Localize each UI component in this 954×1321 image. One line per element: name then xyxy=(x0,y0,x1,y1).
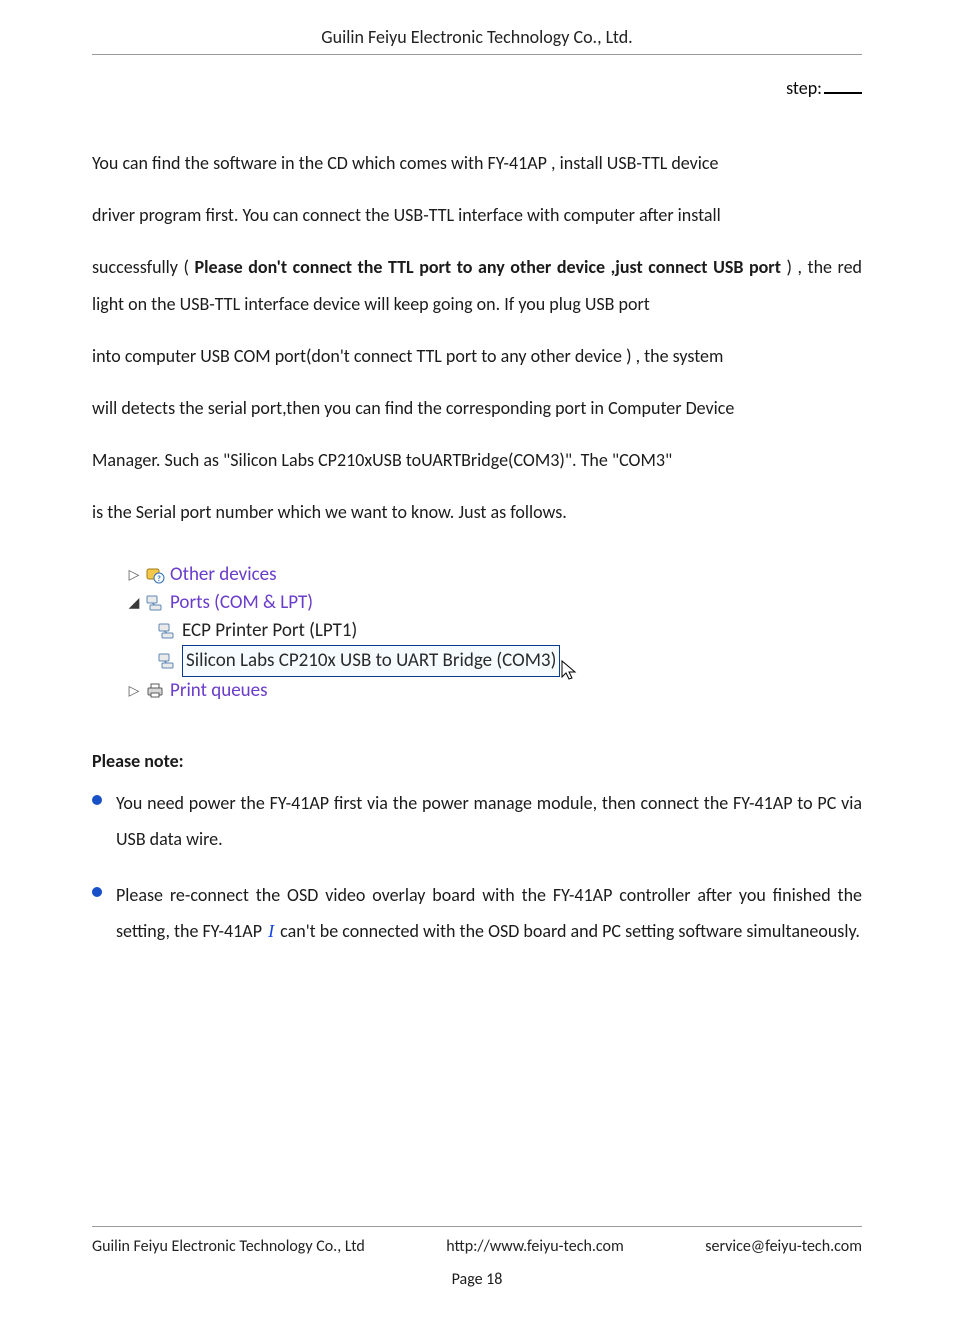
para-5: Manager. Such as "Silicon Labs CP210xUSB… xyxy=(92,442,862,480)
note-2-text: Please re-connect the OSD video overlay … xyxy=(116,877,862,949)
para-3: into computer USB COM port(don't connect… xyxy=(92,338,862,376)
dm-other-devices-row[interactable]: ▷ ? Other devices xyxy=(128,561,862,589)
dm-ports-label: Ports (COM & LPT) xyxy=(170,589,313,617)
note-1-text: You need power the FY-41AP first via the… xyxy=(116,785,862,857)
svg-text:?: ? xyxy=(157,574,161,584)
other-devices-icon: ? xyxy=(144,565,166,585)
para-2-before: successfully ( xyxy=(92,256,195,278)
para-6: is the Serial port number which we want … xyxy=(92,494,862,532)
port-icon xyxy=(156,651,178,671)
tree-collapsed-icon[interactable]: ▷ xyxy=(128,677,140,705)
para-2: successfully ( Please don't connect the … xyxy=(92,249,862,325)
dm-bridge-label: Silicon Labs CP210x USB to UART Bridge (… xyxy=(182,645,560,677)
tree-collapsed-icon[interactable]: ▷ xyxy=(128,561,140,589)
tree-expanded-icon[interactable]: ◢ xyxy=(128,589,140,617)
inline-italic-i: I xyxy=(266,921,276,941)
footer-email: service@feiyu-tech.com xyxy=(705,1237,862,1256)
port-icon xyxy=(156,621,178,641)
para-1: driver program first. You can connect th… xyxy=(92,197,862,235)
printer-icon xyxy=(144,681,166,701)
para-0: You can find the software in the CD whic… xyxy=(92,145,862,183)
page-footer: Guilin Feiyu Electronic Technology Co., … xyxy=(92,1226,862,1289)
dm-bridge-row[interactable]: Silicon Labs CP210x USB to UART Bridge (… xyxy=(128,645,862,677)
dm-ecp-row[interactable]: ECP Printer Port (LPT1) xyxy=(128,617,862,645)
bullet-dot-icon xyxy=(92,887,102,897)
section-step-marker: step: xyxy=(92,77,862,99)
dm-other-devices-label: Other devices xyxy=(170,561,277,589)
footer-url: http://www.feiyu-tech.com xyxy=(446,1237,623,1256)
note-bullet-1: You need power the FY-41AP first via the… xyxy=(92,785,862,857)
footer-company: Guilin Feiyu Electronic Technology Co., … xyxy=(92,1237,365,1256)
body-text: You can find the software in the CD whic… xyxy=(92,145,862,531)
dm-print-queues-label: Print queues xyxy=(170,677,268,705)
device-manager-snippet: ▷ ? Other devices ◢ Ports (COM & LPT) xyxy=(128,561,862,705)
bullet-dot-icon xyxy=(92,795,102,805)
para-4: will detects the serial port,then you ca… xyxy=(92,390,862,428)
page-header-company: Guilin Feiyu Electronic Technology Co., … xyxy=(321,26,632,48)
section-step-underline xyxy=(824,92,862,94)
dm-print-queues-row[interactable]: ▷ Print queues xyxy=(128,677,862,705)
footer-page-number: Page 18 xyxy=(92,1270,862,1289)
dm-ecp-label: ECP Printer Port (LPT1) xyxy=(182,617,357,645)
para-2-strong: Please don't connect the TTL port to any… xyxy=(195,256,781,278)
footer-rule xyxy=(92,1226,862,1227)
notes-title: Please note: xyxy=(92,750,184,772)
notes-section: Please note: You need power the FY-41AP … xyxy=(92,743,862,949)
ports-icon xyxy=(144,593,166,613)
note-2b: can't be connected with the OSD board an… xyxy=(280,920,860,942)
section-step-text: step: xyxy=(786,77,822,99)
note-bullet-2: Please re-connect the OSD video overlay … xyxy=(92,877,862,949)
header-rule xyxy=(92,54,862,55)
dm-ports-row[interactable]: ◢ Ports (COM & LPT) xyxy=(128,589,862,617)
